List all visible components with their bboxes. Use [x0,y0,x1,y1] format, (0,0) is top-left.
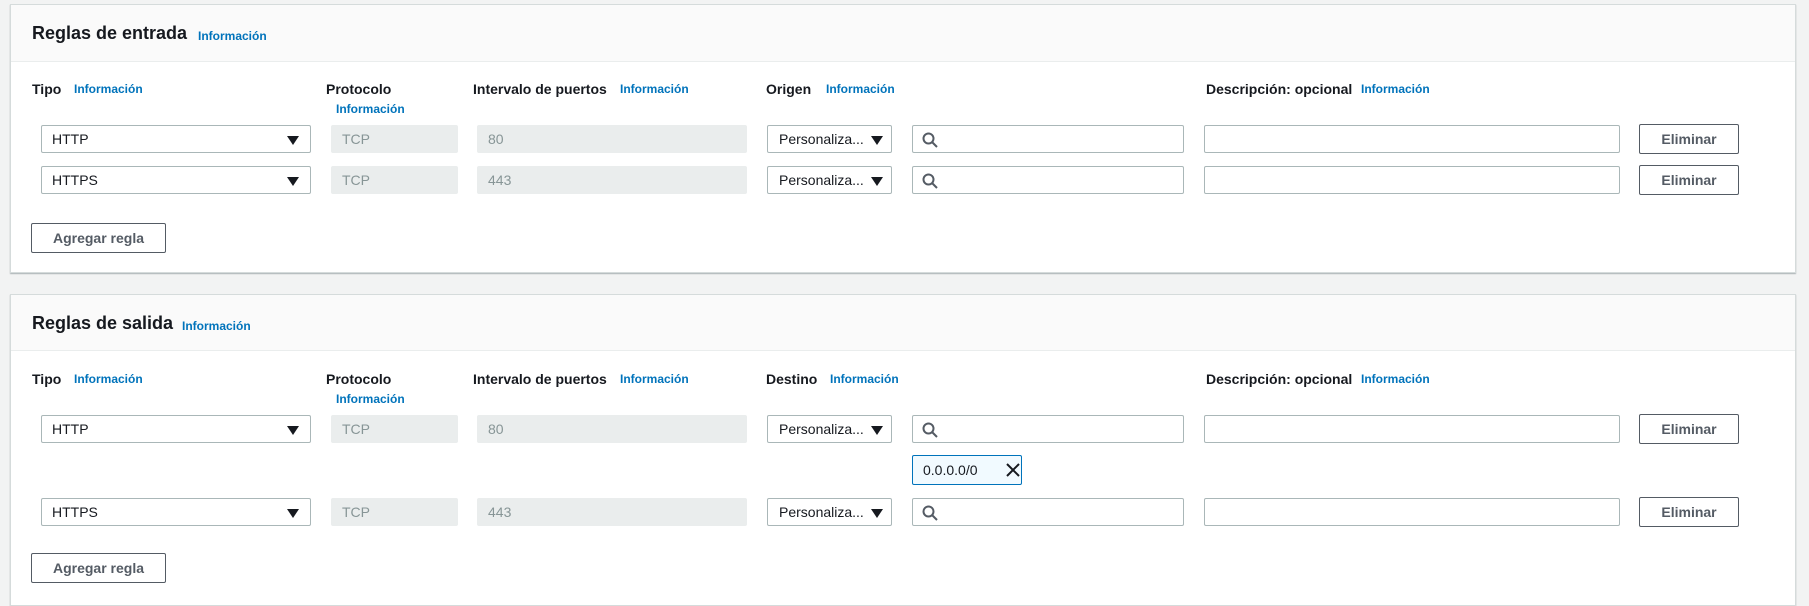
col-protocol-info-link[interactable]: Información [336,392,405,406]
search-icon [922,132,938,148]
outbound-title-info-link[interactable]: Información [182,319,251,333]
caret-down-icon [287,426,299,435]
rule-protocol-field: TCP [331,125,458,153]
remove-rule-button[interactable]: Eliminar [1639,124,1739,154]
col-type-info-link[interactable]: Información [74,82,143,96]
rule-type-select[interactable]: HTTPS [41,498,311,526]
outbound-rules-title: Reglas de salida [32,313,174,333]
col-port-range-label: Intervalo de puertos [473,371,607,387]
rule-cidr-search-input[interactable] [912,415,1184,443]
col-origin-info-link[interactable]: Información [826,82,895,96]
col-protocol-info-link[interactable]: Información [336,102,405,116]
col-description-label: Descripción: opcional [1206,81,1353,97]
rule-type-value: HTTPS [52,504,98,520]
col-type-label: Tipo [32,81,62,97]
col-description-label: Descripción: opcional [1206,371,1353,387]
rule-type-value: HTTPS [52,172,98,188]
col-port-range-label: Intervalo de puertos [473,81,607,97]
close-icon[interactable] [1005,462,1021,478]
col-type-label: Tipo [32,371,62,387]
cidr-token-value: 0.0.0.0/0 [923,462,978,478]
rule-destination-select[interactable]: Personaliza... [767,498,892,526]
col-description-info-link[interactable]: Información [1361,82,1430,96]
col-description-info-link[interactable]: Información [1361,372,1430,386]
inbound-title-info-link[interactable]: Información [198,29,267,43]
outbound-rules-header: Reglas de salida Información [11,295,1795,351]
rule-destination-select[interactable]: Personaliza... [767,415,892,443]
inbound-rules-header: Reglas de entrada Información [11,5,1795,62]
caret-down-icon [871,177,883,186]
rule-type-select[interactable]: HTTP [41,415,311,443]
rule-protocol-field: TCP [331,166,458,194]
rule-port-field: 443 [477,498,747,526]
cidr-token: 0.0.0.0/0 [912,455,1022,485]
rule-port-field: 80 [477,415,747,443]
rule-cidr-search-input[interactable] [912,166,1184,194]
col-origin-label: Origen [766,81,812,97]
col-type-info-link[interactable]: Información [74,372,143,386]
rule-description-input[interactable] [1204,166,1620,194]
rule-origin-select[interactable]: Personaliza... [767,166,892,194]
rule-port-field: 443 [477,166,747,194]
rule-type-value: HTTP [52,131,89,147]
search-icon [922,505,938,521]
caret-down-icon [871,426,883,435]
caret-down-icon [287,177,299,186]
rule-protocol-field: TCP [331,498,458,526]
rule-origin-select[interactable]: Personaliza... [767,125,892,153]
add-outbound-rule-button[interactable]: Agregar regla [31,553,166,583]
remove-rule-button[interactable]: Eliminar [1639,414,1739,444]
outbound-rules-panel: Reglas de salida Información Tipo Inform… [10,294,1796,606]
rule-type-select[interactable]: HTTP [41,125,311,153]
rule-origin-value: Personaliza... [779,131,864,147]
col-port-range-info-link[interactable]: Información [620,82,689,96]
caret-down-icon [871,136,883,145]
rule-port-field: 80 [477,125,747,153]
search-icon [922,173,938,189]
rule-type-value: HTTP [52,421,89,437]
inbound-rules-panel: Reglas de entrada Información Tipo Infor… [10,4,1796,273]
search-icon [922,422,938,438]
col-port-range-info-link[interactable]: Información [620,372,689,386]
remove-rule-button[interactable]: Eliminar [1639,497,1739,527]
col-protocol-label: Protocolo [326,371,392,387]
rule-cidr-search-input[interactable] [912,498,1184,526]
rule-type-select[interactable]: HTTPS [41,166,311,194]
rule-description-input[interactable] [1204,125,1620,153]
rule-cidr-search-input[interactable] [912,125,1184,153]
rule-description-input[interactable] [1204,415,1620,443]
add-inbound-rule-button[interactable]: Agregar regla [31,223,166,253]
remove-rule-button[interactable]: Eliminar [1639,165,1739,195]
caret-down-icon [871,509,883,518]
col-destination-info-link[interactable]: Información [830,372,899,386]
rule-protocol-field: TCP [331,415,458,443]
col-destination-label: Destino [766,371,818,387]
rule-destination-value: Personaliza... [779,504,864,520]
rule-origin-value: Personaliza... [779,172,864,188]
caret-down-icon [287,509,299,518]
caret-down-icon [287,136,299,145]
inbound-rules-title: Reglas de entrada [32,23,188,43]
col-protocol-label: Protocolo [326,81,392,97]
rule-destination-value: Personaliza... [779,421,864,437]
rule-description-input[interactable] [1204,498,1620,526]
